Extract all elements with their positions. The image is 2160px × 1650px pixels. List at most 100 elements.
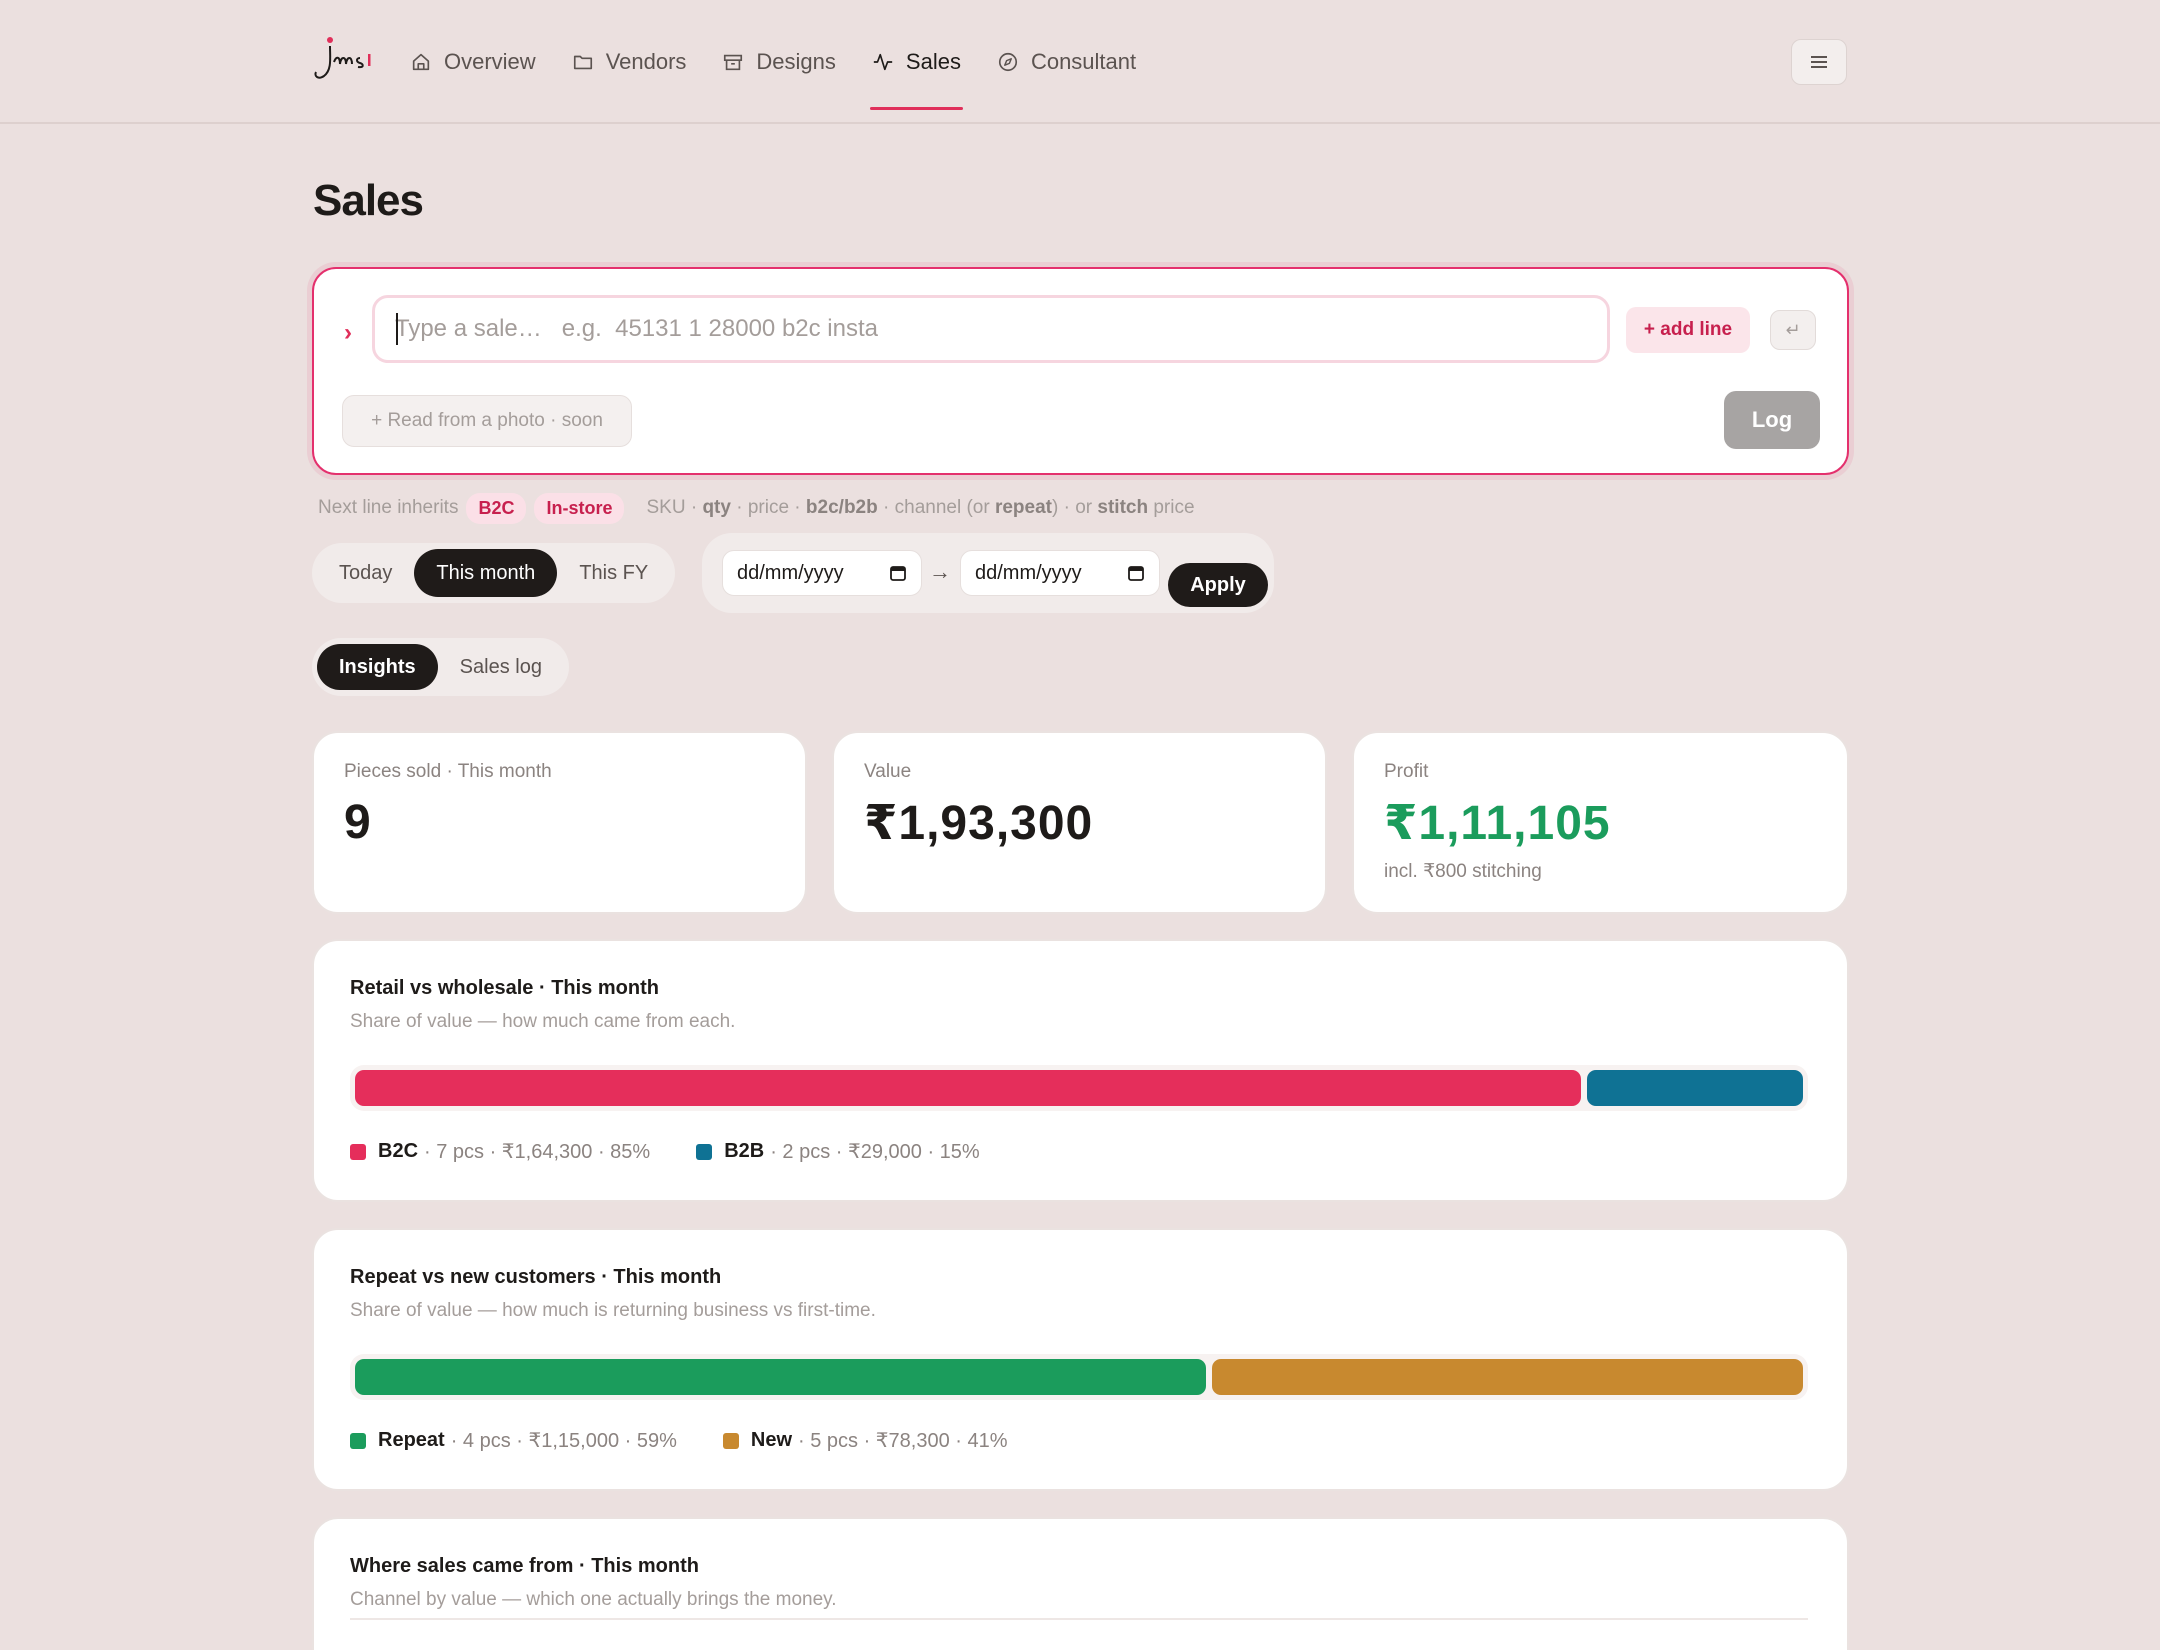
legend-repeat: Repeat · 4 pcs · ₹1,15,000 · 59% [350,1428,677,1453]
legend-new-detail: · 5 pcs · ₹78,300 · 41% [798,1430,1008,1452]
profit-note: incl. ₹800 stitching [1384,861,1542,882]
tab-sales-log[interactable]: Sales log [438,644,564,690]
profit-card: Profit ₹1,11,105 incl. ₹800 stitching [1352,731,1849,914]
page-title: Sales [313,176,424,225]
compass-icon [998,52,1018,72]
text-caret [396,313,398,345]
nav-sales[interactable]: Sales [869,0,964,124]
repeat-new-bar [350,1354,1808,1400]
new-bar-segment [1211,1359,1803,1395]
prompt-chevron-icon: › [344,319,352,346]
sale-entry-card: › + add line ↵ + Read from a photo · soo… [312,267,1849,475]
retail-wholesale-subtitle: Share of value — how much came from each… [350,1011,736,1032]
legend-repeat-detail: · 4 pcs · ₹1,15,000 · 59% [450,1430,677,1452]
hint-qty: qty [702,497,731,518]
to-date-input[interactable]: dd/mm/yyyy [960,550,1160,596]
legend-new-name: New [750,1429,792,1451]
hint-b2c-b2b: b2c/b2b [805,497,878,518]
repeat-new-title: Repeat vs new customers · This month [350,1266,722,1288]
hint-stitch: stitch [1097,497,1149,518]
read-photo-button[interactable]: + Read from a photo · soon [342,395,632,447]
pieces-sold-card: Pieces sold · This month 9 [312,731,807,914]
retail-wholesale-bar [350,1065,1808,1111]
new-swatch [722,1432,739,1449]
value-label: Value [864,761,912,782]
apply-range-button[interactable]: Apply [1168,563,1268,607]
nav-overview-label: Overview [444,49,536,74]
nav-designs-label: Designs [756,49,836,74]
retail-wholesale-legend: B2C · 7 pcs · ₹1,64,300 · 85% B2B · 2 pc… [350,1139,1026,1164]
top-navigation-bar: Overview Vendors Designs Sales Consultan… [0,0,2160,124]
period-today[interactable]: Today [317,549,414,597]
calendar-icon[interactable] [889,564,907,582]
enter-icon: ↵ [1785,319,1801,340]
period-this-month[interactable]: This month [414,549,558,597]
enter-key-button[interactable]: ↵ [1770,310,1816,350]
legend-b2c: B2C · 7 pcs · ₹1,64,300 · 85% [350,1139,650,1164]
from-date-input[interactable]: dd/mm/yyyy [722,550,922,596]
hint-repeat: repeat [994,497,1052,518]
repeat-swatch [350,1432,366,1449]
b2c-bar-segment [355,1070,1581,1106]
nav-vendors-label: Vendors [605,49,687,74]
pieces-sold-label: Pieces sold · This month [344,761,552,782]
log-button[interactable]: Log [1724,391,1820,449]
inherited-source-chip: In-store [534,492,625,524]
folder-icon [573,55,592,70]
value-card: Value ₹1,93,300 [832,731,1327,914]
to-date-placeholder: dd/mm/yyyy [975,561,1082,584]
repeat-new-legend: Repeat · 4 pcs · ₹1,15,000 · 59% New · 5… [350,1428,1054,1453]
inherited-channel-chip: B2C [466,492,527,524]
archive-icon [724,54,743,71]
activity-icon [873,53,893,71]
value-amount: ₹1,93,300 [864,797,1094,850]
legend-b2c-name: B2C [378,1140,419,1162]
jms-logo[interactable] [312,34,374,84]
nav-consultant-label: Consultant [1030,49,1137,74]
sale-entry-input[interactable] [372,295,1610,363]
view-tabs: Insights Sales log [312,638,569,696]
hint-prefix: Next line inherits [318,497,459,518]
channels-card: Where sales came from · This month Chann… [312,1517,1849,1650]
legend-b2b-detail: · 2 pcs · ₹29,000 · 15% [770,1141,980,1163]
nav-vendors[interactable]: Vendors [572,0,687,124]
home-icon [412,53,430,71]
legend-repeat-name: Repeat [378,1429,445,1451]
date-range-picker: dd/mm/yyyy → dd/mm/yyyy Apply [702,533,1274,613]
legend-b2b: B2B · 2 pcs · ₹29,000 · 15% [696,1139,980,1164]
tab-insights[interactable]: Insights [317,644,438,690]
profit-label: Profit [1384,761,1429,782]
jms-logo-mark [314,37,371,79]
pieces-sold-value: 9 [344,796,372,849]
range-arrow-icon: → [929,559,951,584]
channels-title: Where sales came from · This month [350,1555,699,1577]
channels-divider [350,1618,1808,1620]
nav-designs[interactable]: Designs [722,0,836,124]
nav-overview[interactable]: Overview [410,0,536,124]
from-date-placeholder: dd/mm/yyyy [737,561,844,584]
entry-hint: Next line inherits B2C In-store SKU · qt… [318,492,1195,524]
hint-sku: SKU · [646,497,698,518]
b2b-swatch [696,1143,713,1160]
b2c-swatch [350,1143,366,1160]
nav-sales-label: Sales [905,49,961,74]
legend-new: New · 5 pcs · ₹78,300 · 41% [722,1428,1008,1453]
nav-consultant[interactable]: Consultant [997,0,1136,124]
period-selector: Today This month This FY [312,543,676,603]
hint-channel: · channel (or [883,497,990,518]
menu-button[interactable] [1791,39,1847,85]
profit-amount: ₹1,11,105 [1384,797,1611,850]
main-nav: Overview Vendors Designs Sales Consultan… [410,0,1172,124]
repeat-new-card: Repeat vs new customers · This month Sha… [312,1228,1849,1491]
hint-close: ) · or [1052,497,1093,518]
legend-b2b-name: B2B [724,1140,765,1162]
add-line-button[interactable]: + add line [1626,307,1750,353]
repeat-new-subtitle: Share of value — how much is returning b… [350,1300,876,1321]
retail-wholesale-title: Retail vs wholesale · This month [350,977,659,999]
channels-subtitle: Channel by value — which one actually br… [350,1589,837,1610]
retail-wholesale-card: Retail vs wholesale · This month Share o… [312,939,1849,1202]
menu-icon [1811,56,1827,68]
calendar-icon[interactable] [1127,564,1145,582]
period-this-fy[interactable]: This FY [557,549,670,597]
repeat-bar-segment [355,1359,1206,1395]
